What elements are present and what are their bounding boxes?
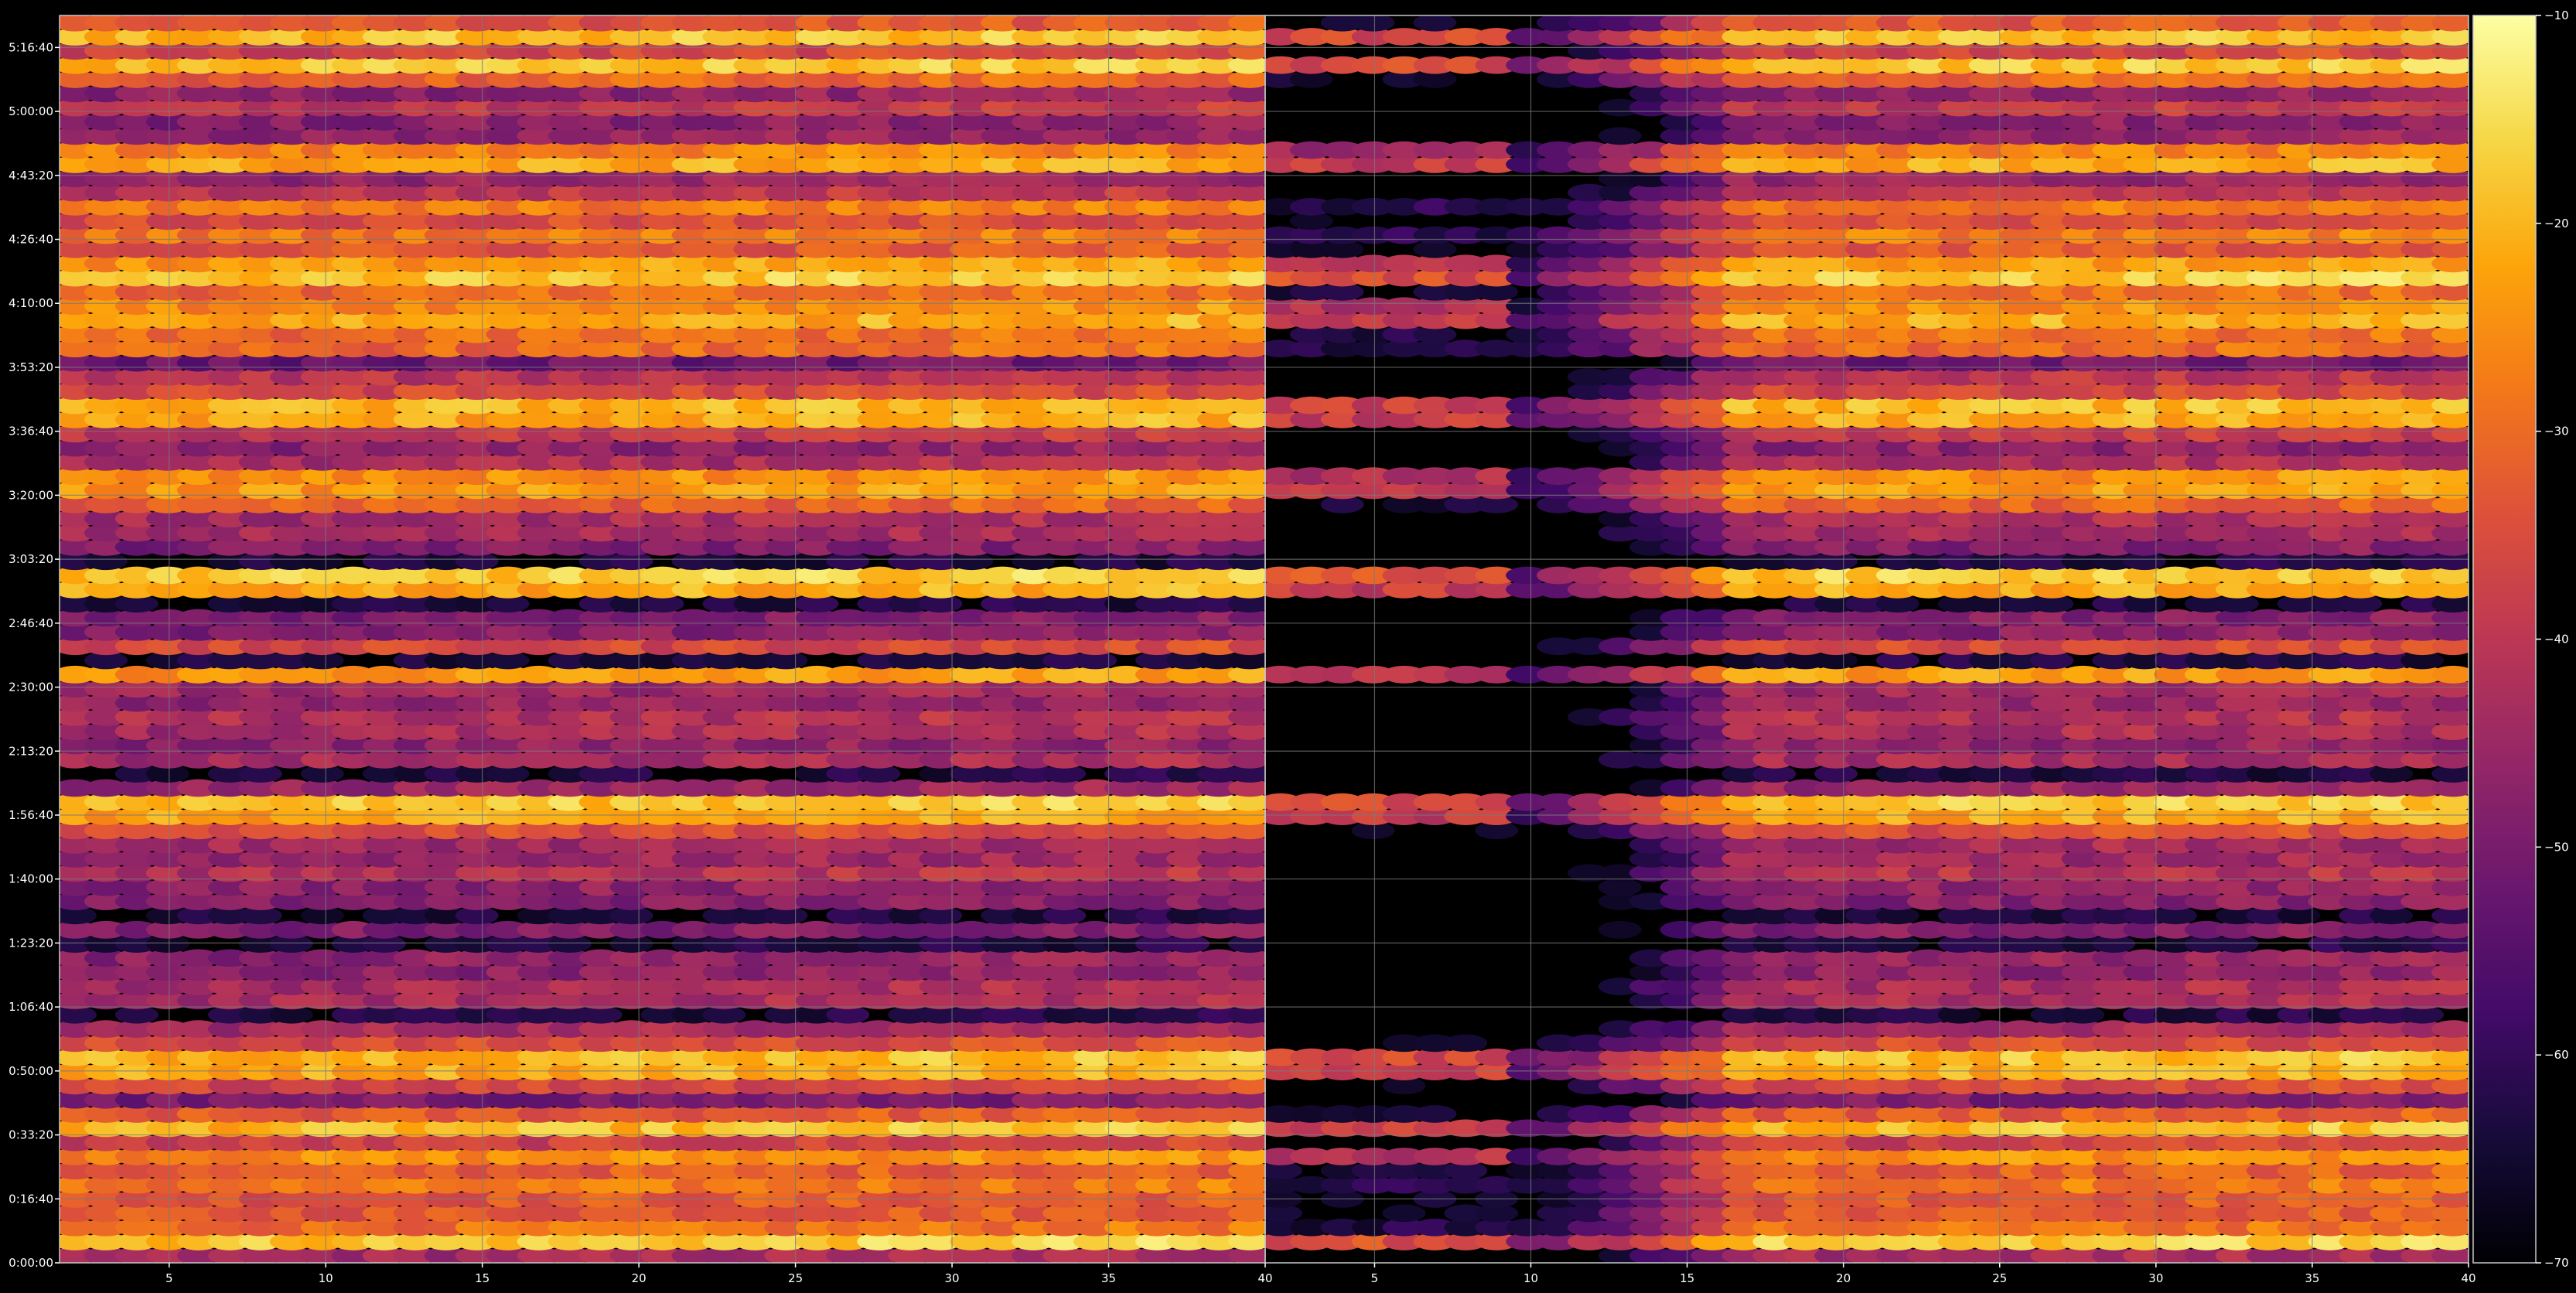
heatmap-cell	[1382, 1204, 1426, 1223]
heatmap-cell	[1444, 1034, 1488, 1052]
spectrogram-chart: 0:00:000:16:400:33:200:50:001:06:401:23:…	[0, 0, 2576, 1293]
heatmap-cell	[1598, 920, 1642, 939]
heatmap-cell	[1413, 1105, 1457, 1123]
left-panel	[60, 15, 1265, 1263]
